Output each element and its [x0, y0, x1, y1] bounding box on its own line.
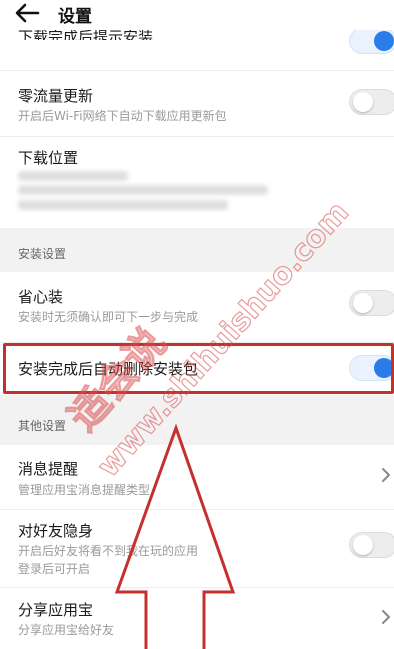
chevron-right-icon: [382, 610, 390, 624]
blurred-path: [18, 200, 228, 210]
list-item-notifications[interactable]: 消息提醒 管理应用宝消息提醒类型: [0, 445, 394, 509]
arrow-left-icon[interactable]: [14, 2, 40, 24]
toggle-knob: [353, 535, 373, 555]
list-item-install-prompt[interactable]: 下载完成后提示安装: [0, 28, 394, 70]
toggle-knob: [374, 31, 394, 51]
section-label: 安装设置: [18, 247, 67, 261]
item-subtitle: 开启后好友将看不到我在玩的应用: [18, 544, 199, 558]
invisible-toggle[interactable]: [349, 532, 394, 558]
item-subtitle: 管理应用宝消息提醒类型: [18, 483, 151, 497]
item-title: 分享应用宝: [18, 601, 94, 619]
item-subtitle: 开启后Wi-Fi网络下自动下载应用更新包: [18, 109, 227, 123]
auto-delete-toggle[interactable]: [349, 355, 394, 381]
list-item-worry-free-install[interactable]: 省心装 安装时无须确认即可下一步与完成: [0, 272, 394, 342]
zero-traffic-toggle[interactable]: [349, 89, 394, 115]
section-other-settings: 其他设置: [0, 395, 394, 445]
toggle-knob: [353, 92, 373, 112]
item-title: 消息提醒: [18, 460, 79, 478]
toggle-knob: [374, 358, 394, 378]
list-item-invisible-to-friends[interactable]: 对好友隐身 开启后好友将看不到我在玩的应用 登录后可开启: [0, 510, 394, 587]
list-item-zero-traffic-update[interactable]: 零流量更新 开启后Wi-Fi网络下自动下载应用更新包: [0, 71, 394, 136]
item-title: 安装完成后自动删除安装包: [18, 360, 199, 378]
item-title: 下载位置: [18, 149, 79, 167]
list-item-auto-delete-package[interactable]: 安装完成后自动删除安装包: [0, 343, 394, 395]
section-label: 其他设置: [18, 419, 67, 433]
chevron-right-icon: [382, 468, 390, 482]
item-subtitle: 安装时无须确认即可下一步与完成: [18, 310, 199, 324]
item-title: 对好友隐身: [18, 522, 94, 540]
item-subtitle: 分享应用宝给好友: [18, 623, 115, 637]
app-header: 设置: [0, 0, 394, 30]
list-item-share-app[interactable]: 分享应用宝 分享应用宝给好友: [0, 588, 394, 649]
page-title: 设置: [58, 7, 92, 27]
blurred-path: [18, 185, 268, 195]
item-title: 零流量更新: [18, 87, 94, 105]
toggle-knob: [353, 293, 373, 313]
item-subtitle-login: 登录后可开启: [18, 562, 91, 576]
worry-free-toggle[interactable]: [349, 290, 394, 316]
item-title: 省心装: [18, 288, 64, 306]
install-prompt-toggle[interactable]: [349, 28, 394, 54]
section-install-settings: 安装设置: [0, 228, 394, 272]
blurred-path: [18, 171, 128, 181]
list-item-download-location[interactable]: 下载位置: [0, 137, 394, 228]
